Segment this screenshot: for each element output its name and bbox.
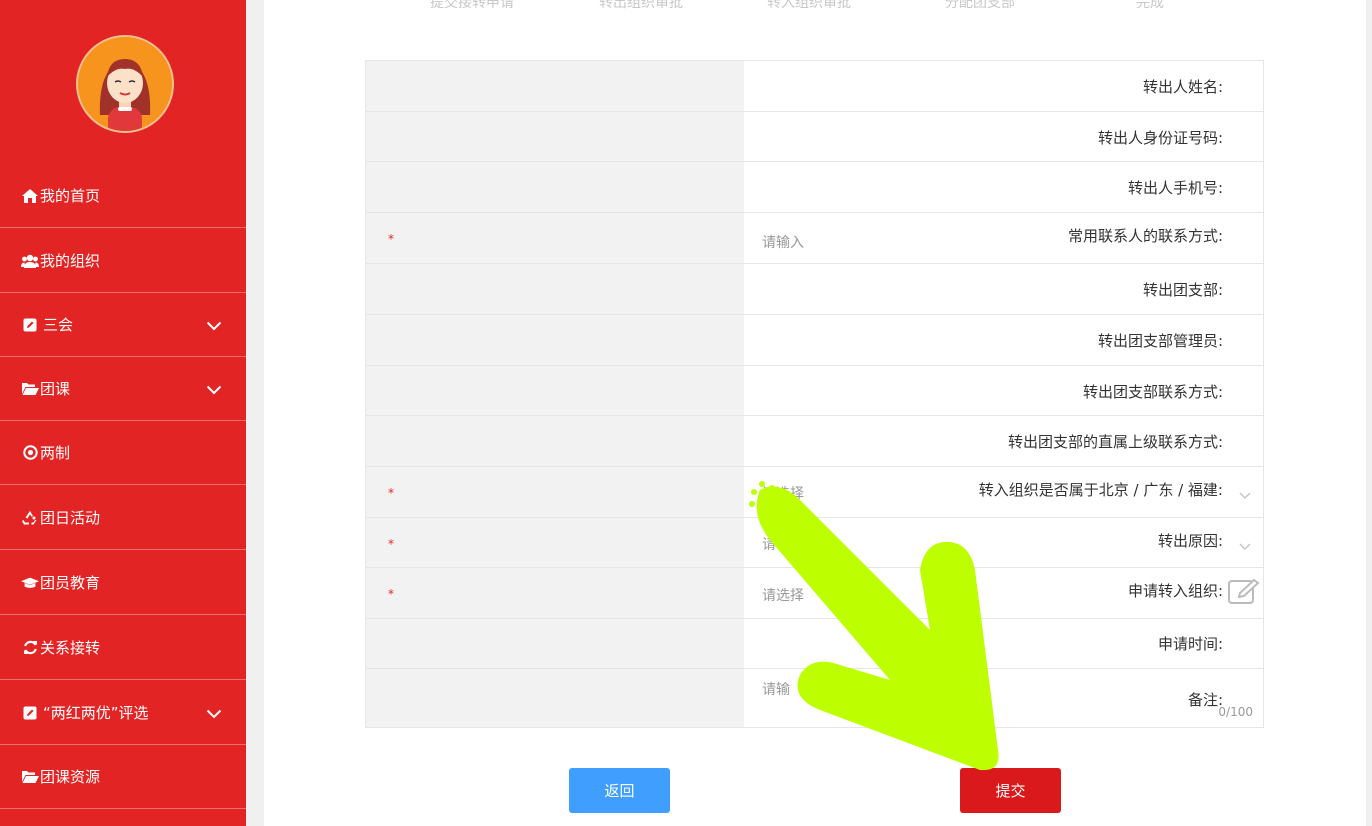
- step-label: 转入组织审批: [767, 0, 851, 11]
- field-label: 转出团支部联系方式:: [1082, 383, 1223, 401]
- chevron-down-icon: [206, 705, 222, 723]
- field-label: 转出团支部的直属上级联系方式:: [1007, 433, 1223, 451]
- sidebar-item-resources[interactable]: 团课资源: [0, 745, 246, 809]
- user-avatar[interactable]: [76, 35, 174, 133]
- submit-button[interactable]: 提交: [960, 768, 1061, 813]
- folder-open-icon: [21, 382, 39, 395]
- field-label: 申请转入组织:: [1127, 582, 1223, 600]
- sidebar-item-label: 我的组织: [40, 252, 101, 270]
- target-icon: [21, 445, 39, 460]
- folder-open-icon: [21, 770, 39, 783]
- step-label: 分配团支部: [945, 0, 1015, 11]
- sidebar-item-education[interactable]: 团员教育: [0, 551, 246, 615]
- contact-input[interactable]: 请输入: [762, 232, 804, 252]
- required-mark: *: [388, 232, 394, 246]
- target-org-picker[interactable]: 请选择: [762, 585, 804, 605]
- sidebar-item-label: 团课: [40, 380, 71, 398]
- form-row-remarks: 备注: 请输 0/100: [366, 669, 1263, 727]
- sidebar: 我的首页 我的组织 三会 团课 两制 团日活动 团员教育 关系接转 “两红两优”…: [0, 0, 246, 826]
- graduation-cap-icon: [21, 576, 39, 590]
- sidebar-item-tuanke[interactable]: 团课: [0, 357, 246, 421]
- main-panel: 提交接转申请 转出组织审批 转入组织审批 分配团支部 完成 转出人姓名: 转出人…: [264, 0, 1366, 826]
- form-row-id-number: 转出人身份证号码:: [366, 112, 1263, 162]
- field-label: 转出人身份证号码:: [1097, 129, 1223, 147]
- home-icon: [21, 188, 39, 203]
- required-mark: *: [388, 486, 394, 500]
- back-button[interactable]: 返回: [569, 768, 670, 813]
- edit-icon[interactable]: [1227, 578, 1261, 610]
- reason-select[interactable]: 请: [762, 534, 776, 554]
- sidebar-item-liangzhi[interactable]: 两制: [0, 421, 246, 485]
- users-icon: [21, 254, 39, 268]
- sidebar-item-label: 两制: [40, 444, 71, 462]
- field-label: 申请时间:: [1157, 635, 1223, 653]
- form-row-apply-time: 申请时间:: [366, 619, 1263, 669]
- field-label: 转出团支部管理员:: [1097, 332, 1223, 350]
- form-row-phone: 转出人手机号:: [366, 162, 1263, 213]
- required-mark: *: [388, 537, 394, 551]
- form-row-branch-contact: 转出团支部联系方式:: [366, 366, 1263, 416]
- remarks-textarea[interactable]: 请输: [762, 679, 790, 699]
- form-row-name: 转出人姓名:: [366, 61, 1263, 112]
- sidebar-item-label: 我的首页: [40, 187, 101, 205]
- chevron-down-icon: [206, 317, 222, 335]
- required-mark: *: [388, 587, 394, 601]
- form-row-contact: * 常用联系人的联系方式: 请输入: [366, 213, 1263, 264]
- field-label: 转出人姓名:: [1142, 78, 1223, 96]
- chevron-down-icon[interactable]: [1239, 536, 1251, 555]
- region-select[interactable]: 请选择: [762, 483, 804, 503]
- sidebar-item-sanhui[interactable]: 三会: [0, 293, 246, 357]
- recycle-icon: [21, 510, 39, 525]
- field-label: 转出团支部:: [1142, 281, 1223, 299]
- field-label: 转出人手机号:: [1127, 179, 1223, 197]
- form-row-region-select: * 转入组织是否属于北京 / 广东 / 福建: 请选择: [366, 467, 1263, 518]
- step-label: 转出组织审批: [599, 0, 683, 11]
- sidebar-item-selection[interactable]: “两红两优”评选: [0, 681, 246, 745]
- field-label: 转入组织是否属于北京 / 广东 / 福建:: [978, 481, 1223, 499]
- sidebar-item-transfer[interactable]: 关系接转: [0, 616, 246, 680]
- form-row-branch-admin: 转出团支部管理员:: [366, 315, 1263, 366]
- refresh-icon: [21, 640, 39, 655]
- sidebar-item-label: 团员教育: [40, 574, 101, 592]
- form-row-branch: 转出团支部:: [366, 264, 1263, 315]
- edit-icon: [21, 318, 39, 332]
- sidebar-item-label: 团日活动: [40, 509, 101, 527]
- sidebar-item-label: “两红两优”评选: [43, 704, 149, 722]
- form-row-reason-select: * 转出原因: 请: [366, 518, 1263, 568]
- field-label: 转出原因:: [1157, 532, 1223, 550]
- step-label: 完成: [1136, 0, 1164, 11]
- field-label: 常用联系人的联系方式:: [1067, 227, 1223, 245]
- sidebar-item-organization[interactable]: 我的组织: [0, 229, 246, 293]
- transfer-form: 转出人姓名: 转出人身份证号码: 转出人手机号: * 常用联系人的联系方式: 请…: [365, 60, 1264, 728]
- edit-icon: [21, 706, 39, 720]
- chevron-down-icon: [206, 381, 222, 399]
- sidebar-item-label: 三会: [43, 316, 74, 334]
- sidebar-item-home[interactable]: 我的首页: [0, 164, 246, 228]
- form-row-superior-contact: 转出团支部的直属上级联系方式:: [366, 416, 1263, 467]
- sidebar-item-activities[interactable]: 团日活动: [0, 486, 246, 550]
- char-counter: 0/100: [1218, 705, 1253, 719]
- chevron-down-icon[interactable]: [1239, 485, 1251, 504]
- sidebar-item-label: 关系接转: [40, 639, 101, 657]
- step-label: 提交接转申请: [430, 0, 514, 11]
- sidebar-item-label: 团课资源: [40, 768, 101, 786]
- form-row-target-org: * 申请转入组织: 请选择: [366, 568, 1263, 619]
